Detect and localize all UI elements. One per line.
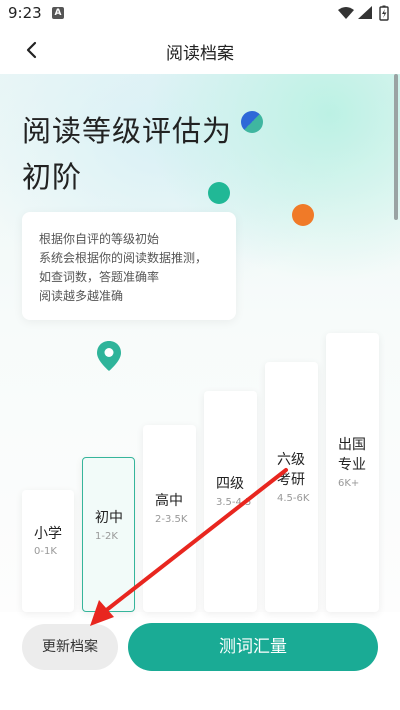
level-bar-junior-high[interactable]: 初中 1-2K bbox=[82, 457, 135, 612]
location-pin-icon bbox=[97, 341, 121, 371]
level-bar-cet6[interactable]: 六级 考研 4.5-6K bbox=[265, 362, 318, 612]
update-profile-button[interactable]: 更新档案 bbox=[22, 624, 118, 670]
headline-line: 阅读等级评估为 bbox=[22, 114, 233, 148]
level-name: 小学 bbox=[34, 526, 62, 542]
info-card: 根据你自评的等级初始 系统会根据你的阅读数据推测， 如查词数，答题准确率 阅读越… bbox=[22, 212, 236, 320]
decorative-dot-orange bbox=[292, 204, 314, 226]
decorative-dot-blue bbox=[241, 111, 263, 133]
level-name: 四级 bbox=[216, 476, 244, 492]
battery-icon bbox=[379, 5, 389, 21]
level-bar-abroad[interactable]: 出国 专业 6K+ bbox=[326, 333, 379, 612]
level-range: 2-3.5K bbox=[155, 514, 188, 525]
wifi-icon bbox=[338, 7, 354, 19]
level-range: 3.5-4.5 bbox=[216, 497, 252, 508]
level-name: 考研 bbox=[277, 472, 305, 488]
status-bar: 9:23 A bbox=[0, 0, 400, 28]
signal-icon bbox=[358, 6, 372, 19]
info-line: 阅读越多越准确 bbox=[39, 289, 124, 303]
info-line: 系统会根据你的阅读数据推测， bbox=[39, 251, 208, 265]
notification-icon: A bbox=[52, 7, 64, 19]
level-range: 6K+ bbox=[338, 478, 360, 489]
level-name: 专业 bbox=[338, 457, 366, 473]
level-name: 出国 bbox=[338, 437, 366, 453]
level-name: 六级 bbox=[277, 452, 305, 468]
info-line: 如查词数，答题准确率 bbox=[39, 270, 160, 284]
level-name: 初中 bbox=[95, 510, 123, 526]
vocabulary-test-button[interactable]: 测词汇量 bbox=[128, 623, 378, 671]
level-range: 1-2K bbox=[95, 531, 118, 542]
level-range: 4.5-6K bbox=[277, 493, 310, 504]
level-bar-primary[interactable]: 小学 0-1K bbox=[22, 490, 74, 612]
level-range: 0-1K bbox=[34, 546, 57, 557]
level-bar-senior-high[interactable]: 高中 2-3.5K bbox=[143, 425, 196, 612]
status-time: 9:23 bbox=[8, 4, 42, 22]
level-name: 高中 bbox=[155, 493, 183, 509]
scrollbar[interactable] bbox=[394, 74, 398, 220]
decorative-dot-teal bbox=[208, 182, 230, 204]
info-line: 根据你自评的等级初始 bbox=[39, 232, 160, 246]
status-icons bbox=[338, 5, 389, 21]
level-bar-cet4[interactable]: 四级 3.5-4.5 bbox=[204, 391, 257, 612]
page-title: 阅读档案 bbox=[166, 44, 234, 64]
header-bar: 阅读档案 bbox=[0, 28, 400, 74]
